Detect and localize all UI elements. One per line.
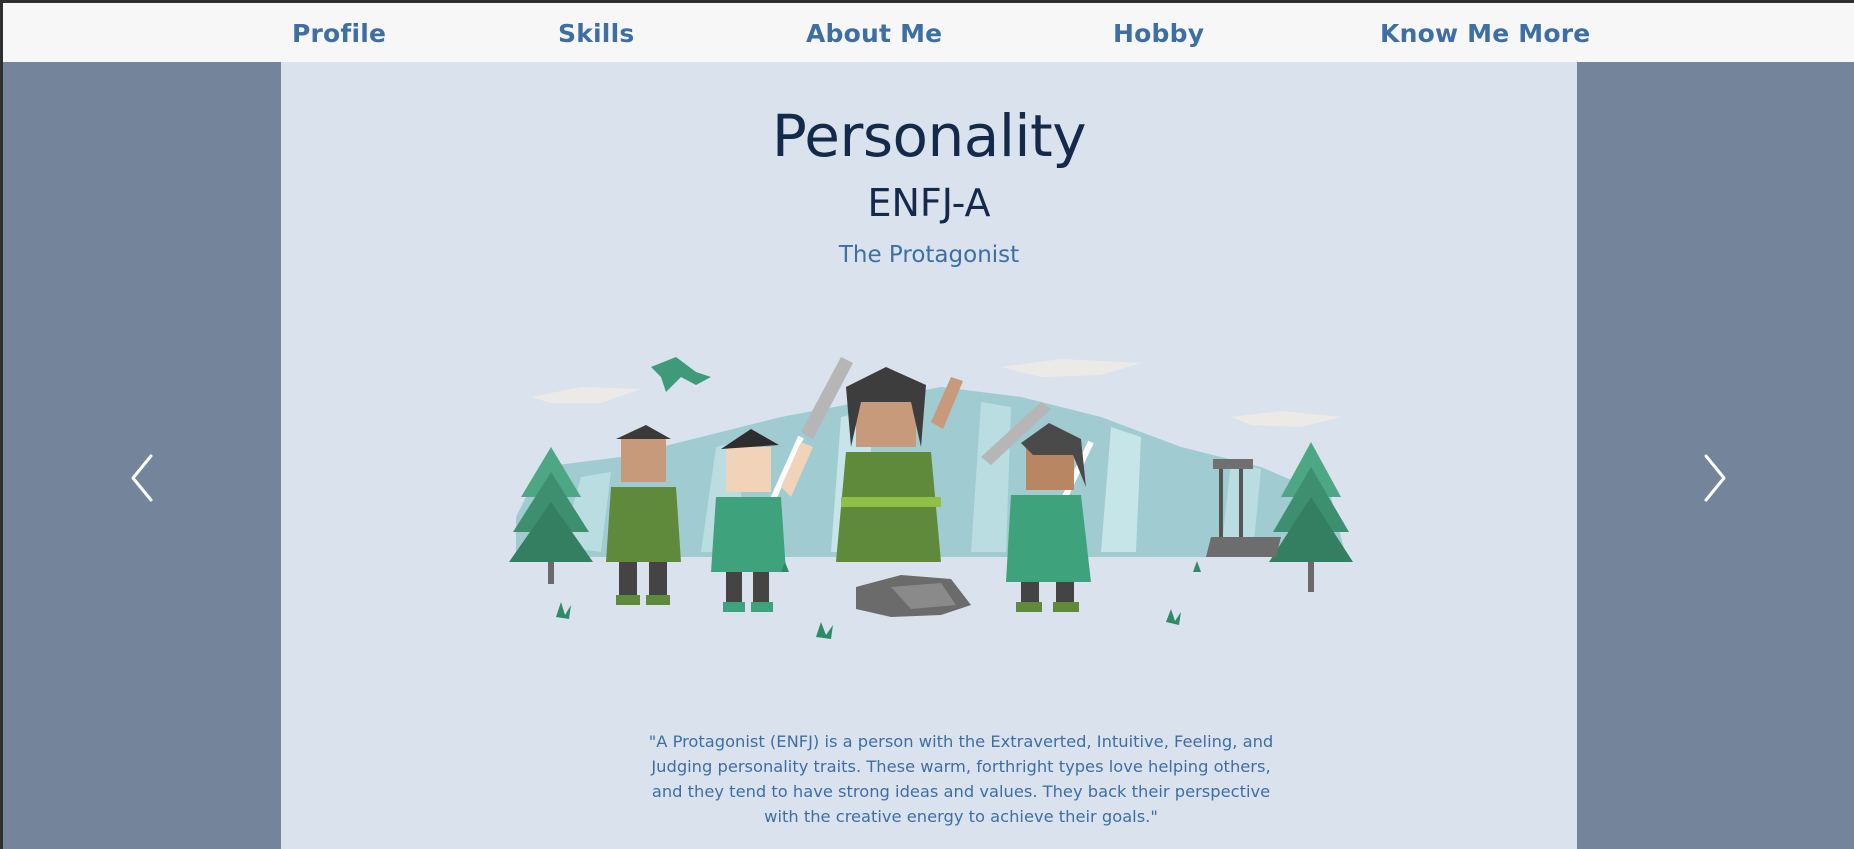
protagonist-illustration: [509, 357, 1353, 639]
page-frame: Profile Skills About Me Hobby Know Me Mo…: [3, 3, 1854, 849]
carousel-prev-button[interactable]: [123, 448, 163, 508]
carousel-next-button[interactable]: [1694, 448, 1734, 508]
chevron-right-icon: [1704, 454, 1726, 502]
page-title: Personality: [771, 102, 1087, 170]
personality-description-quote: "A Protagonist (ENFJ) is a person with t…: [648, 732, 1274, 826]
top-navbar: Profile Skills About Me Hobby Know Me Mo…: [3, 3, 1854, 62]
personality-type-name: The Protagonist: [838, 242, 1020, 268]
nav-link-about-me[interactable]: About Me: [806, 19, 942, 48]
rock-pedestal: [856, 575, 971, 617]
nav-link-skills[interactable]: Skills: [558, 19, 634, 48]
dragon-figure: [651, 357, 711, 392]
nav-link-profile[interactable]: Profile: [292, 19, 386, 48]
chevron-left-icon: [131, 454, 153, 502]
nav-link-know-me-more[interactable]: Know Me More: [1380, 19, 1590, 48]
nav-link-hobby[interactable]: Hobby: [1113, 19, 1204, 48]
carousel-slide-personality: Personality ENFJ-A The Protagonist "A Pr…: [281, 62, 1577, 849]
personality-type-code: ENFJ-A: [867, 181, 991, 225]
